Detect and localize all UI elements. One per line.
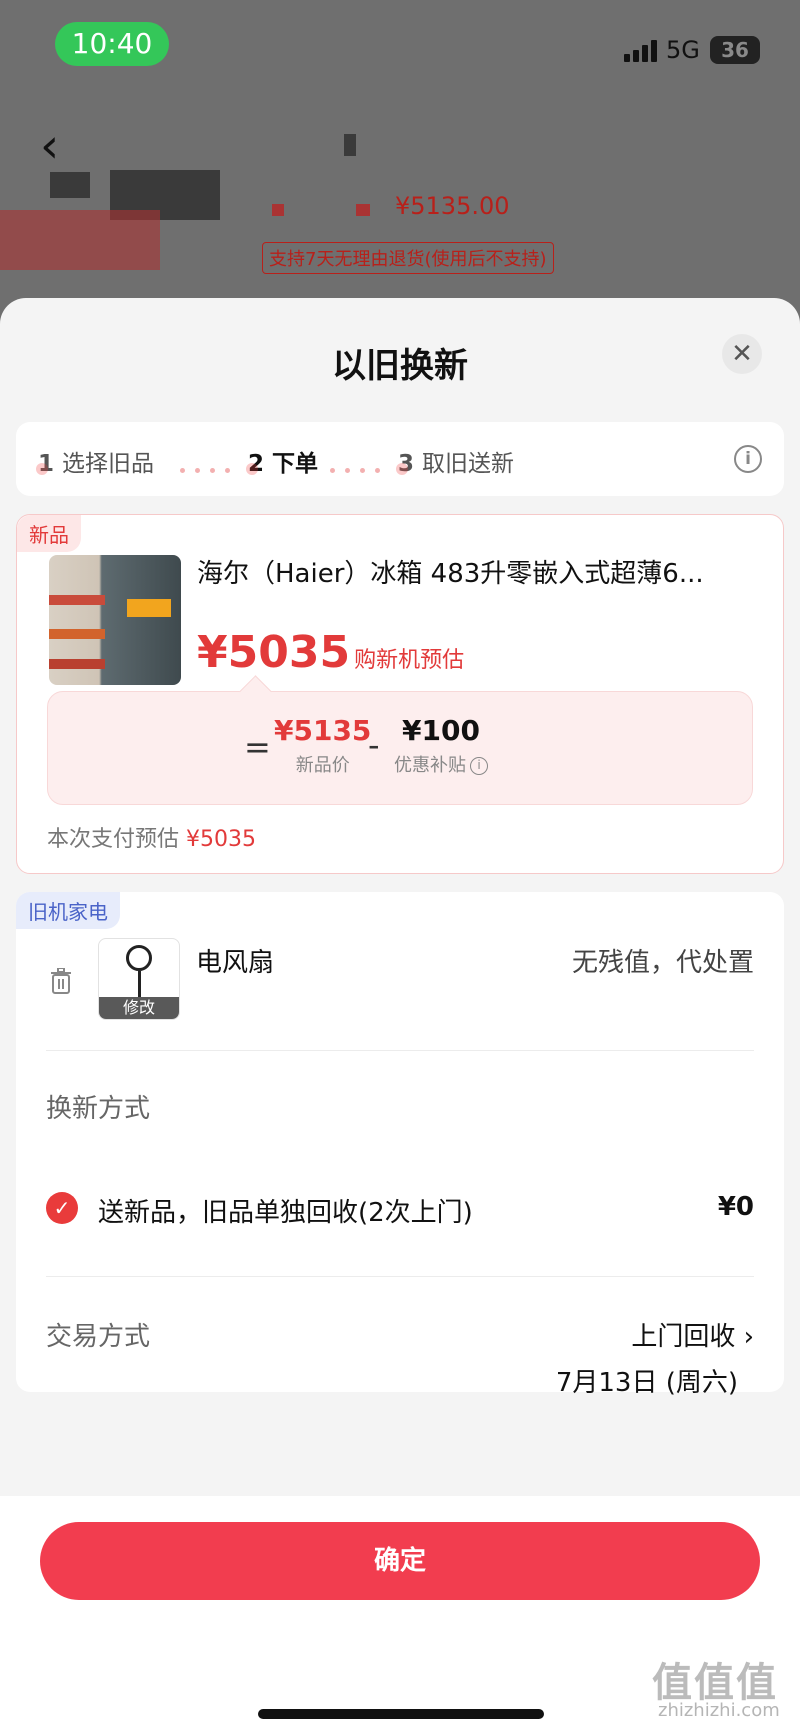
exchange-method-label: 换新方式 <box>46 1094 151 1124</box>
status-time: 10:40 <box>55 22 169 66</box>
info-icon[interactable]: i <box>734 445 762 473</box>
estimate-price-row: ¥5035 购新机预估 <box>197 627 464 678</box>
step-number: 3 <box>398 451 415 477</box>
battery-icon: 36 <box>710 36 760 64</box>
price-breakdown: = ¥5135 新品价 - ¥100 优惠补贴 i <box>47 691 753 805</box>
divider <box>46 1276 754 1277</box>
step-number: 1 <box>38 451 55 477</box>
checkmark-icon[interactable]: ✓ <box>46 1192 78 1224</box>
residual-value-text: 无残值，代处置 <box>571 948 754 978</box>
exchange-option-price: ¥0 <box>717 1192 754 1222</box>
home-indicator <box>258 1709 544 1719</box>
step-number: 2 <box>248 451 265 477</box>
new-price-column: ¥5135 新品价 <box>274 714 371 777</box>
trade-date: 7月13日 (周六) <box>555 1368 738 1398</box>
blurred-image-block <box>356 204 370 216</box>
back-chevron-icon[interactable]: ‹ <box>40 118 59 174</box>
subsidy-info-icon[interactable]: i <box>470 757 488 775</box>
estimate-price: ¥5035 <box>197 627 351 678</box>
modify-button[interactable]: 修改 <box>99 997 179 1019</box>
fridge-product-image[interactable] <box>49 555 181 685</box>
old-appliance-tag: 旧机家电 <box>16 892 120 929</box>
new-product-tag: 新品 <box>17 515 81 552</box>
old-appliance-card: 旧机家电 修改 电风扇 无残值，代处置 换新方式 ✓ 送新品，旧品单独回收(2次… <box>16 892 784 1398</box>
trash-icon[interactable] <box>50 968 72 994</box>
blurred-image-block <box>50 172 90 198</box>
subsidy-label-row: 优惠补贴 i <box>394 751 488 777</box>
blurred-image-block <box>0 210 160 270</box>
new-price-value: ¥5135 <box>274 714 372 747</box>
equals-sign: = <box>244 728 271 766</box>
close-button[interactable]: ✕ <box>722 334 762 374</box>
step-label: 选择旧品 <box>62 451 155 477</box>
trade-method-label: 交易方式 <box>46 1322 151 1352</box>
step-2: 2 下单 <box>248 444 318 478</box>
status-bar: 10:40 5G 36 <box>0 0 800 90</box>
step-connector <box>180 458 240 473</box>
pay-estimate-label: 本次支付预估 <box>47 827 180 852</box>
trade-method-selector[interactable]: 上门回收 › <box>631 1316 754 1353</box>
return-policy-tag: 支持7天无理由退货(使用后不支持) <box>262 242 554 274</box>
trade-in-sheet: 以旧换新 ✕ 1 选择旧品 2 下单 3 取旧送新 i 新品 海尔（Haier）冰箱 … <box>0 298 800 1731</box>
new-product-card: 新品 海尔（Haier）冰箱 483升零嵌入式超薄6... ¥5035 购新机预估… <box>16 514 784 874</box>
subsidy-value: ¥100 <box>402 714 480 747</box>
fan-product-image[interactable]: 修改 <box>98 938 180 1020</box>
divider <box>46 1050 754 1051</box>
sheet-title: 以旧换新 <box>332 346 468 386</box>
watermark-url: zhizhizhi.com <box>658 1700 780 1721</box>
step-connector <box>330 458 390 473</box>
new-price-label: 新品价 <box>295 755 350 776</box>
step-3: 3 取旧送新 <box>398 444 514 478</box>
step-label: 下单 <box>272 451 319 477</box>
estimate-caption: 购新机预估 <box>354 648 465 673</box>
confirm-button[interactable]: 确定 <box>40 1522 760 1600</box>
exchange-option-text[interactable]: 送新品，旧品单独回收(2次上门) <box>98 1192 473 1229</box>
signal-icon <box>624 40 658 62</box>
pay-estimate-value: ¥5035 <box>186 827 257 852</box>
pay-estimate-row: 本次支付预估 ¥5035 <box>47 821 256 853</box>
old-appliance-name: 电风扇 <box>196 948 275 978</box>
step-indicator: 1 选择旧品 2 下单 3 取旧送新 i <box>16 422 784 496</box>
network-type: 5G <box>666 36 700 64</box>
step-1: 1 选择旧品 <box>38 444 154 478</box>
minus-sign: - <box>368 726 380 764</box>
product-name[interactable]: 海尔（Haier）冰箱 483升零嵌入式超薄6... <box>197 553 757 590</box>
blurred-image-block <box>344 134 356 156</box>
blurred-image-block <box>272 204 284 216</box>
background-price: ¥5135.00 <box>395 192 510 220</box>
step-label: 取旧送新 <box>422 451 515 477</box>
subsidy-column: ¥100 优惠补贴 i <box>394 714 488 777</box>
subsidy-label: 优惠补贴 <box>394 755 466 776</box>
